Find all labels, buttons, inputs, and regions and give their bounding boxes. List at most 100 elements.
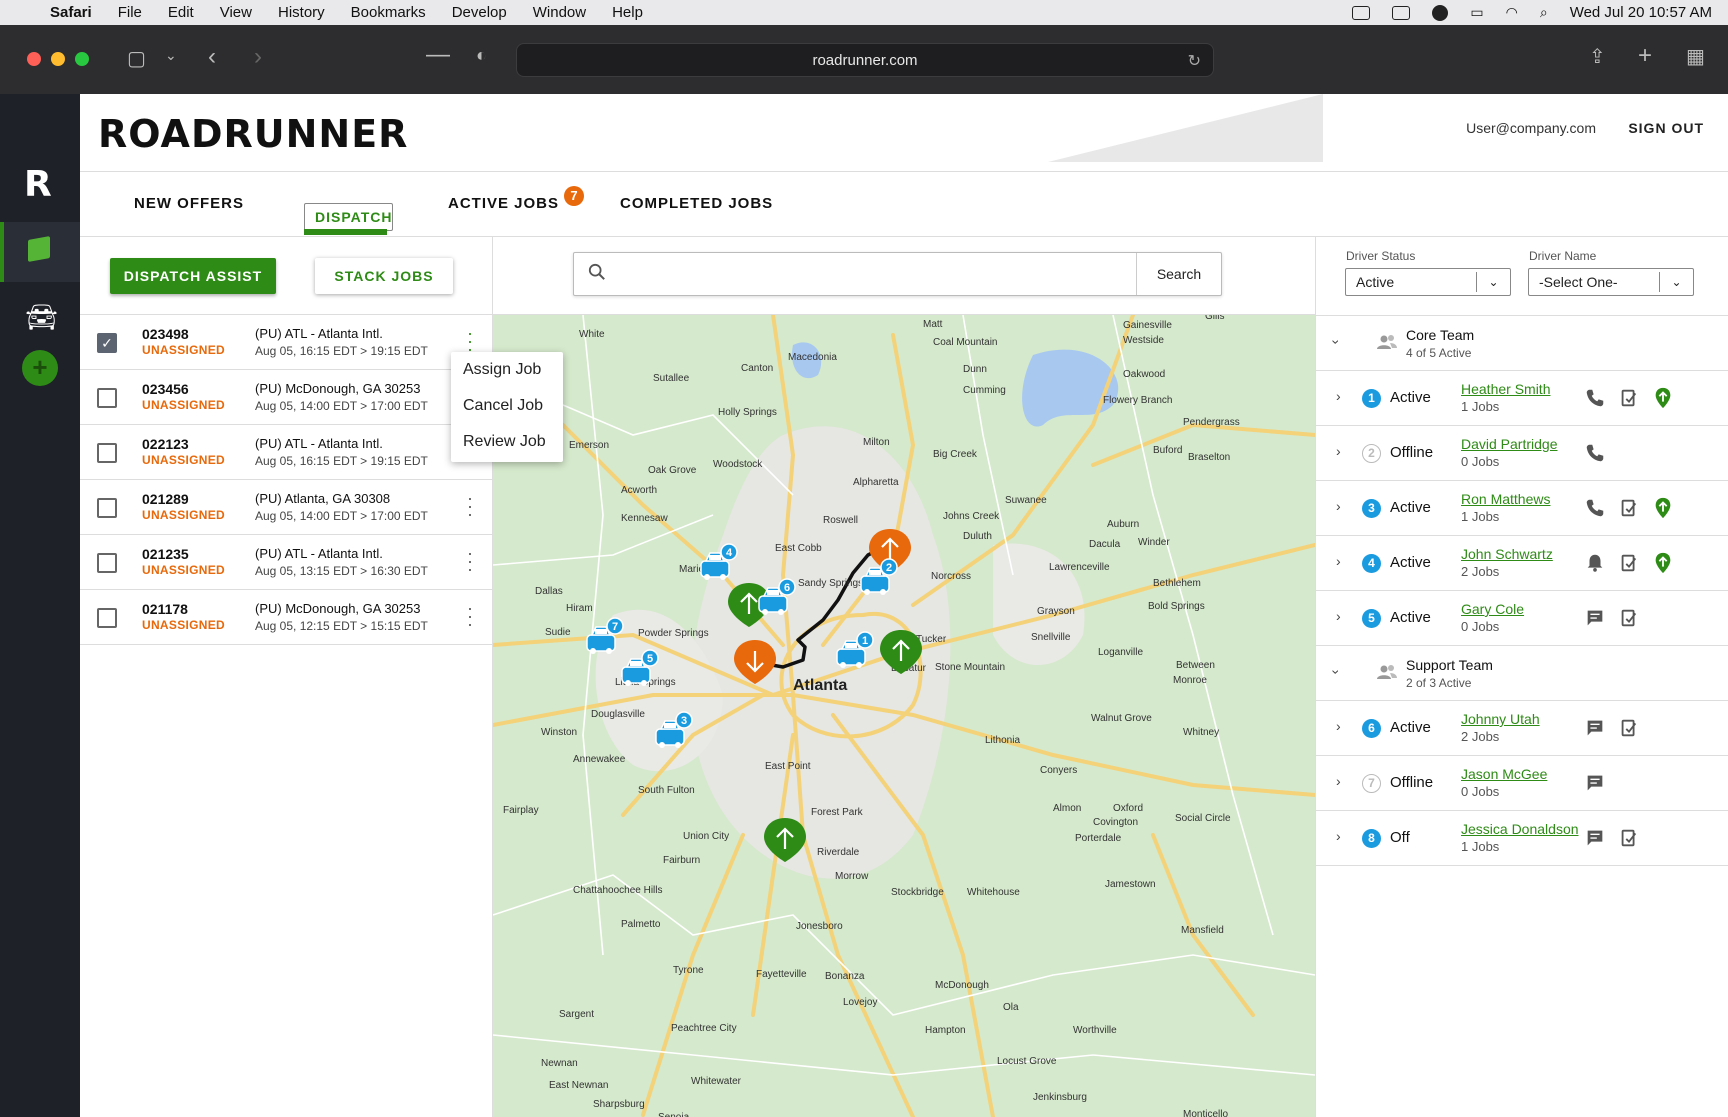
menu-cancel-job[interactable]: Cancel Job — [451, 388, 563, 424]
tab-new-offers[interactable]: NEW OFFERS — [134, 195, 244, 212]
location-pin-icon[interactable] — [1652, 497, 1674, 519]
privacy-shield-icon[interactable]: ◐ — [476, 45, 487, 66]
clipboard-check-icon[interactable] — [1618, 552, 1640, 574]
menu-app-name[interactable]: Safari — [50, 4, 92, 21]
job-checkbox[interactable] — [97, 388, 117, 408]
display-icon[interactable] — [1392, 5, 1411, 20]
job-row[interactable]: 022123 UNASSIGNED (PU) ATL - Atlanta Intl.… — [80, 425, 493, 480]
status-app-icon[interactable] — [1432, 4, 1449, 21]
chevron-right-icon[interactable]: › — [1336, 553, 1341, 569]
driver-name-link[interactable]: David Partridge — [1461, 436, 1558, 452]
car-icon[interactable]: 🚘︎ — [25, 302, 58, 333]
menu-edit[interactable]: Edit — [168, 4, 194, 21]
driver-row[interactable]: › 3 Active Ron Matthews 1 Jobs — [1316, 481, 1728, 536]
chevron-right-icon[interactable]: › — [1336, 388, 1341, 404]
battery-icon[interactable]: ▭ — [1470, 4, 1483, 21]
phone-icon[interactable] — [1584, 387, 1606, 409]
add-icon[interactable]: + — [22, 350, 58, 386]
chat-icon[interactable] — [1584, 607, 1606, 629]
forward-icon[interactable]: › — [254, 43, 262, 71]
chevron-down-icon[interactable]: ⌄ — [165, 47, 177, 64]
menu-file[interactable]: File — [118, 4, 142, 21]
spotlight-icon[interactable]: ⌕ — [1540, 4, 1548, 21]
back-icon[interactable]: ‹ — [208, 43, 216, 71]
location-pin-icon[interactable] — [1652, 387, 1674, 409]
driver-row[interactable]: › 4 Active John Schwartz 2 Jobs — [1316, 536, 1728, 591]
dispatch-map[interactable]: White Matt Gainesville Coal Mountain Westsid… — [493, 315, 1315, 1117]
driver-row[interactable]: › 2 Offline David Partridge 0 Jobs — [1316, 426, 1728, 481]
new-tab-icon[interactable]: + — [1638, 42, 1652, 70]
job-checkbox[interactable] — [97, 553, 117, 573]
driver-row[interactable]: › 7 Offline Jason McGee 0 Jobs — [1316, 756, 1728, 811]
location-pin-icon[interactable] — [1652, 552, 1674, 574]
driver-row[interactable]: › 5 Active Gary Cole 0 Jobs — [1316, 591, 1728, 646]
package-icon[interactable] — [28, 236, 50, 262]
driver-status-select[interactable]: Active ⌄ — [1345, 268, 1511, 296]
tab-overview-icon[interactable]: ▦ — [1686, 44, 1705, 69]
driver-name-link[interactable]: Gary Cole — [1461, 601, 1524, 617]
team-header[interactable]: › Core Team 4 of 5 Active — [1316, 316, 1728, 371]
sidebar-toggle-icon[interactable]: ▢ — [127, 46, 146, 71]
reload-icon[interactable]: ↻ — [1188, 51, 1201, 71]
more-options-icon[interactable]: ··· — [466, 599, 474, 633]
dispatch-assist-button[interactable]: DISPATCH ASSIST — [110, 258, 276, 294]
driver-name-link[interactable]: Ron Matthews — [1461, 491, 1550, 507]
chevron-right-icon[interactable]: › — [1336, 443, 1341, 459]
status-menu-icon[interactable] — [1352, 5, 1371, 20]
job-row[interactable]: 023456 UNASSIGNED (PU) McDonough, GA 30253… — [80, 370, 493, 425]
driver-row[interactable]: › 1 Active Heather Smith 1 Jobs — [1316, 371, 1728, 426]
menu-view[interactable]: View — [220, 4, 252, 21]
menu-review-job[interactable]: Review Job — [451, 424, 563, 460]
driver-name-link[interactable]: Jason McGee — [1461, 766, 1547, 782]
clipboard-check-icon[interactable] — [1618, 387, 1640, 409]
driver-row[interactable]: › 8 Off Jessica Donaldson 1 Jobs — [1316, 811, 1728, 866]
search-field[interactable]: Search — [573, 252, 1222, 296]
driver-name-select[interactable]: -Select One- ⌄ — [1528, 268, 1694, 296]
menu-history[interactable]: History — [278, 4, 325, 21]
roadrunner-logo-icon[interactable]: R — [24, 164, 52, 205]
chat-icon[interactable] — [1584, 772, 1606, 794]
chevron-down-icon[interactable]: › — [1328, 340, 1344, 345]
chevron-right-icon[interactable]: › — [1336, 498, 1341, 514]
phone-icon[interactable] — [1584, 497, 1606, 519]
more-options-icon[interactable]: ··· — [466, 489, 474, 523]
map-canvas[interactable]: White Matt Gainesville Coal Mountain Westsid… — [493, 315, 1315, 1117]
chat-icon[interactable] — [1584, 717, 1606, 739]
driver-row[interactable]: › 6 Active Johnny Utah 2 Jobs — [1316, 701, 1728, 756]
share-icon[interactable]: ⇪ — [1589, 44, 1606, 69]
chevron-down-icon[interactable]: › — [1328, 670, 1344, 675]
chevron-right-icon[interactable]: › — [1336, 773, 1341, 789]
clipboard-check-icon[interactable] — [1618, 607, 1640, 629]
search-button[interactable]: Search — [1136, 253, 1221, 295]
clipboard-check-icon[interactable] — [1618, 497, 1640, 519]
job-row[interactable]: 021235 UNASSIGNED (PU) ATL - Atlanta Intl.… — [80, 535, 493, 590]
more-options-icon[interactable]: ··· — [466, 324, 474, 358]
window-minimize-button[interactable] — [51, 52, 65, 66]
job-row[interactable]: 021289 UNASSIGNED (PU) Atlanta, GA 30308 Au… — [80, 480, 493, 535]
job-checkbox[interactable] — [97, 498, 117, 518]
driver-name-link[interactable]: Heather Smith — [1461, 381, 1550, 397]
menu-window[interactable]: Window — [533, 4, 586, 21]
driver-name-link[interactable]: Johnny Utah — [1461, 711, 1540, 727]
stack-jobs-button[interactable]: STACK JOBS — [315, 258, 453, 294]
clipboard-check-icon[interactable] — [1618, 827, 1640, 849]
tab-completed-jobs[interactable]: COMPLETED JOBS — [620, 195, 773, 212]
chevron-right-icon[interactable]: › — [1336, 718, 1341, 734]
job-row[interactable]: ✓ 023498 UNASSIGNED (PU) ATL - Atlanta Intl… — [80, 315, 493, 370]
search-input[interactable] — [620, 261, 1120, 287]
menu-help[interactable]: Help — [612, 4, 643, 21]
tab-active-jobs[interactable]: ACTIVE JOBS — [448, 195, 559, 212]
job-checkbox[interactable]: ✓ — [97, 333, 117, 353]
menu-bookmarks[interactable]: Bookmarks — [351, 4, 426, 21]
job-row[interactable]: 021178 UNASSIGNED (PU) McDonough, GA 30253… — [80, 590, 493, 645]
bell-icon[interactable] — [1584, 552, 1606, 574]
window-close-button[interactable] — [27, 52, 41, 66]
chevron-right-icon[interactable]: › — [1336, 828, 1341, 844]
more-options-icon[interactable]: ··· — [466, 544, 474, 578]
chevron-right-icon[interactable]: › — [1336, 608, 1341, 624]
phone-icon[interactable] — [1584, 442, 1606, 464]
sign-out-link[interactable]: SIGN OUT — [1628, 120, 1704, 136]
menu-assign-job[interactable]: Assign Job — [451, 352, 563, 388]
driver-name-link[interactable]: Jessica Donaldson — [1461, 821, 1579, 837]
driver-name-link[interactable]: John Schwartz — [1461, 546, 1553, 562]
